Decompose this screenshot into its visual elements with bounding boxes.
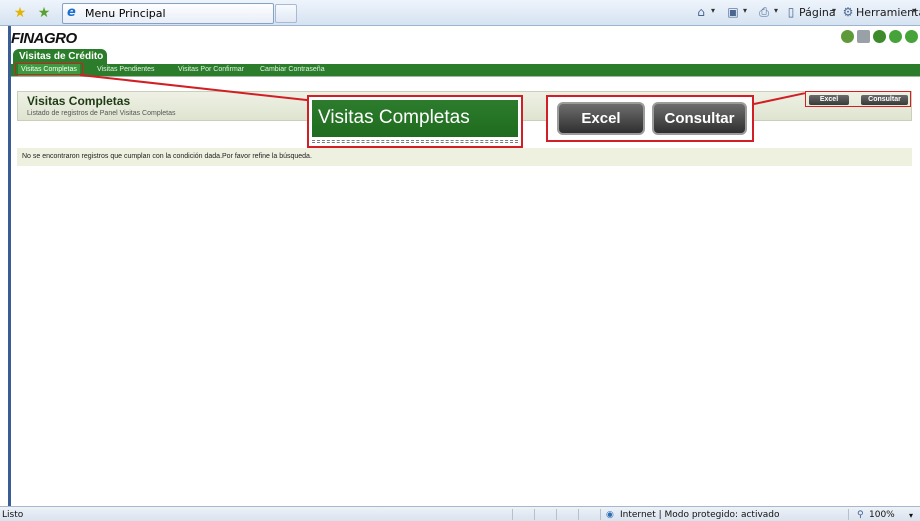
status-separator	[534, 509, 535, 520]
security-zone-text[interactable]: Internet | Modo protegido: activado	[620, 509, 780, 521]
nav-visitas-pendientes[interactable]: Visitas Pendientes	[97, 64, 154, 76]
status-separator	[556, 509, 557, 520]
user-icon[interactable]	[857, 30, 870, 43]
page-menu-dropdown-icon[interactable]: ▾	[832, 6, 836, 15]
status-separator	[578, 509, 579, 520]
help-icon[interactable]	[873, 30, 886, 43]
frame-left-border	[8, 26, 11, 506]
print-dropdown-icon[interactable]: ▾	[774, 6, 778, 15]
panel-subtitle: Listado de registros de Panel Visitas Co…	[27, 110, 176, 117]
zoom-callout-title: Visitas Completas	[307, 95, 523, 148]
brand-logo: FINAGRO	[11, 30, 77, 47]
zoom-excel-button: Excel	[557, 102, 645, 135]
status-separator	[600, 509, 601, 520]
zoom-level-text[interactable]: 100%	[869, 509, 895, 521]
status-ready-text: Listo	[2, 510, 24, 520]
status-separator	[512, 509, 513, 520]
new-tab-button[interactable]	[275, 4, 297, 23]
home-dropdown-icon[interactable]: ▾	[711, 6, 715, 15]
zoom-consultar-button: Consultar	[652, 102, 747, 135]
favorites-star-icon[interactable]: ★	[12, 5, 28, 21]
nav-highlight-box	[15, 63, 83, 75]
nav-visitas-por-confirmar[interactable]: Visitas Por Confirmar	[178, 64, 244, 76]
buttons-highlight-box	[805, 91, 911, 107]
zoom-magnifier-icon: ⚲	[857, 510, 864, 520]
page-menu-label[interactable]: Página	[799, 5, 836, 21]
ie-logo-icon: e	[67, 5, 76, 20]
globe-icon: ◉	[606, 510, 614, 520]
page-icon: ▯	[787, 5, 795, 19]
status-separator	[848, 509, 849, 520]
back-icon[interactable]	[889, 30, 902, 43]
sitemap-icon[interactable]	[841, 30, 854, 43]
panel-title: Visitas Completas	[27, 94, 131, 108]
feeds-dropdown-icon[interactable]: ▾	[743, 6, 747, 15]
browser-status-bar: Listo ◉ Internet | Modo protegido: activ…	[0, 506, 920, 521]
tools-menu-dropdown-icon[interactable]: ▾	[912, 6, 916, 15]
zoom-title-text: Visitas Completas	[312, 100, 518, 137]
home-icon[interactable]: ⌂	[694, 5, 708, 19]
browser-command-bar: ★ ★ e Menu Principal ⌂ ▾ ▣ ▾ ⎙ ▾ ▯ Págin…	[0, 0, 920, 26]
feeds-icon[interactable]: ▣	[726, 5, 740, 19]
nav-cambiar-contrasena[interactable]: Cambiar Contraseña	[260, 64, 325, 76]
tools-gear-icon: ⚙	[842, 5, 854, 19]
browser-tab[interactable]: e Menu Principal	[62, 3, 274, 24]
print-icon[interactable]: ⎙	[757, 5, 771, 19]
add-favorites-icon[interactable]: ★	[36, 5, 52, 21]
zoom-title-divider	[312, 140, 518, 143]
zoom-dropdown-icon[interactable]: ▾	[909, 509, 913, 521]
empty-results-message: No se encontraron registros que cumplan …	[17, 148, 912, 166]
tools-menu-label[interactable]: Herramientas	[856, 5, 920, 21]
browser-tab-title: Menu Principal	[85, 7, 166, 20]
forward-icon[interactable]	[905, 30, 918, 43]
zoom-callout-buttons: Excel Consultar	[546, 95, 754, 142]
